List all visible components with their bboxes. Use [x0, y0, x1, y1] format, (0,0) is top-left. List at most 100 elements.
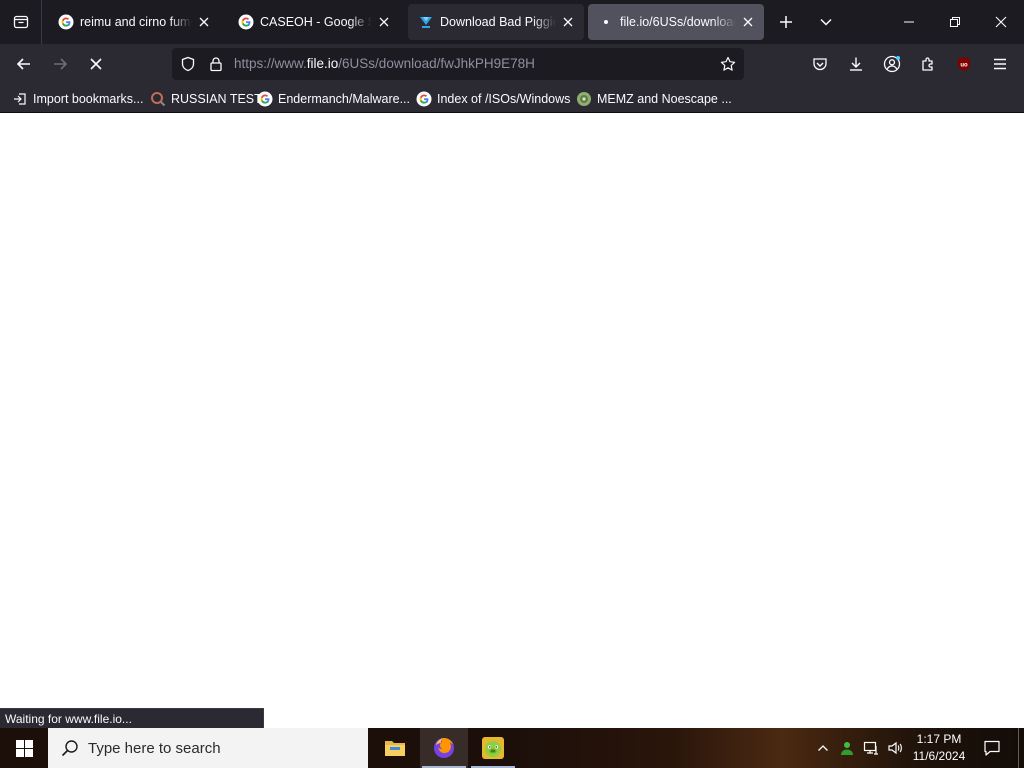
stop-icon [90, 58, 102, 70]
forward-arrow-icon [54, 58, 68, 70]
notification-icon [984, 740, 1000, 756]
show-hidden-icons-button[interactable] [812, 728, 834, 768]
forward-button[interactable] [44, 48, 76, 80]
notification-center-button[interactable] [978, 728, 1006, 768]
back-arrow-icon [16, 58, 30, 70]
tab-title: file.io/6USs/download/fwJhkPH9E78H [620, 15, 736, 29]
clock-time: 1:17 PM [916, 732, 962, 746]
taskbar-bad-piggies[interactable] [469, 728, 517, 768]
account-icon [883, 55, 901, 73]
tray-network[interactable] [860, 728, 882, 768]
bookmarks-toolbar: Import bookmarks... RUSSIAN TEST Enderma… [0, 84, 1024, 113]
loading-dot-icon [598, 14, 614, 30]
tab-title: reimu and cirno fumo [80, 15, 192, 29]
chevron-down-icon [820, 18, 832, 26]
restore-button[interactable] [932, 0, 978, 44]
tray-user-app[interactable] [836, 728, 858, 768]
ublock-origin-button[interactable]: uo [948, 48, 980, 80]
download-icon [850, 57, 862, 71]
close-tab-icon[interactable] [740, 14, 756, 30]
bookmark-label: RUSSIAN TEST [171, 92, 262, 106]
tab-reimu-cirno[interactable]: reimu and cirno fumo [48, 4, 220, 40]
puzzle-piece-icon [922, 57, 933, 71]
taskbar-firefox[interactable] [420, 728, 468, 768]
network-icon [863, 741, 878, 755]
google-icon [238, 14, 254, 30]
bookmark-label: Index of /ISOs/Windows [437, 92, 571, 106]
close-icon [995, 16, 1007, 28]
taskbar-file-explorer[interactable] [371, 728, 419, 768]
close-window-button[interactable] [978, 0, 1024, 44]
plus-icon [780, 16, 792, 28]
windows-taskbar: Type here to search 1:17 PM 11/6/2024 [0, 728, 1024, 768]
tab-caseoh-search[interactable]: CASEOH - Google Search [228, 4, 400, 40]
stop-loading-button[interactable] [80, 48, 112, 80]
bookmark-star-icon[interactable] [720, 56, 736, 72]
navigation-toolbar: https://www.file.io/6USs/download/fwJhkP… [0, 44, 1024, 84]
download-site-icon [418, 14, 434, 30]
search-icon [60, 738, 80, 758]
import-icon [12, 91, 28, 107]
bookmark-isos-windows[interactable]: Index of /ISOs/Windows [416, 89, 570, 109]
url-prefix: https://www. [234, 56, 307, 71]
close-tab-icon[interactable] [376, 14, 392, 30]
downloads-button[interactable] [840, 48, 872, 80]
tab-bad-piggies[interactable]: Download Bad Piggies [408, 4, 584, 40]
clock-date: 11/6/2024 [912, 749, 966, 763]
speaker-icon [888, 741, 902, 755]
close-tab-icon[interactable] [560, 14, 576, 30]
firefox-view-icon [13, 15, 28, 29]
ublock-origin-icon: uo [958, 57, 970, 71]
tab-file-io[interactable]: file.io/6USs/download/fwJhkPH9E78H [588, 4, 764, 40]
minimize-icon [904, 21, 914, 23]
bookmark-label: Import bookmarks... [33, 92, 144, 106]
list-all-tabs-button[interactable] [810, 0, 842, 44]
page-content-blank[interactable] [0, 113, 1024, 728]
firefox-icon [434, 738, 454, 758]
search-placeholder: Type here to search [88, 739, 221, 757]
google-icon [416, 91, 432, 107]
show-desktop-button[interactable] [1018, 728, 1024, 768]
tab-title: Download Bad Piggies [440, 15, 556, 29]
bookmark-memz[interactable]: MEMZ and Noescape ... [576, 89, 732, 109]
status-panel: Waiting for www.file.io... [0, 708, 264, 728]
taskbar-search-box[interactable]: Type here to search [48, 728, 368, 768]
bookmark-import[interactable]: Import bookmarks... [12, 89, 143, 109]
new-tab-button[interactable] [770, 0, 802, 44]
file-explorer-icon [385, 741, 405, 756]
google-icon [58, 14, 74, 30]
taskbar-clock[interactable]: 1:17 PM 11/6/2024 [910, 731, 968, 765]
address-bar[interactable]: https://www.file.io/6USs/download/fwJhkP… [172, 48, 744, 80]
extensions-button[interactable] [912, 48, 944, 80]
bookmark-endermanch[interactable]: Endermanch/Malware... [257, 89, 410, 109]
memz-icon [576, 91, 592, 107]
start-button[interactable] [0, 728, 48, 768]
pocket-icon [813, 58, 827, 71]
russian-test-icon [150, 91, 166, 107]
minimize-button[interactable] [886, 0, 932, 44]
bad-piggies-icon [482, 737, 504, 759]
firefox-view-button[interactable] [0, 0, 42, 44]
close-tab-icon[interactable] [196, 14, 212, 30]
tray-volume[interactable] [884, 728, 906, 768]
app-menu-button[interactable] [984, 48, 1016, 80]
tab-title: CASEOH - Google Search [260, 15, 372, 29]
svg-text:uo: uo [960, 63, 968, 69]
account-button[interactable] [876, 48, 908, 80]
tracking-protection-shield-icon[interactable] [180, 56, 196, 72]
url-host: file.io [306, 56, 339, 71]
chevron-up-icon [818, 745, 828, 751]
lock-icon[interactable] [208, 56, 224, 72]
windows-logo-icon [15, 739, 33, 757]
bookmark-russian-test[interactable]: RUSSIAN TEST [150, 89, 262, 109]
bookmark-label: MEMZ and Noescape ... [597, 92, 732, 106]
tab-strip: reimu and cirno fumo CASEOH - Google Sea… [0, 0, 1024, 44]
pocket-button[interactable] [804, 48, 836, 80]
green-user-icon [841, 742, 853, 755]
back-button[interactable] [8, 48, 40, 80]
url-text[interactable]: https://www.file.io/6USs/download/fwJhkP… [234, 56, 535, 71]
hamburger-menu-icon [994, 58, 1006, 70]
google-icon [257, 91, 273, 107]
bookmark-label: Endermanch/Malware... [278, 92, 411, 106]
url-path: /6USs/download/fwJhkPH9E78H [338, 56, 535, 71]
